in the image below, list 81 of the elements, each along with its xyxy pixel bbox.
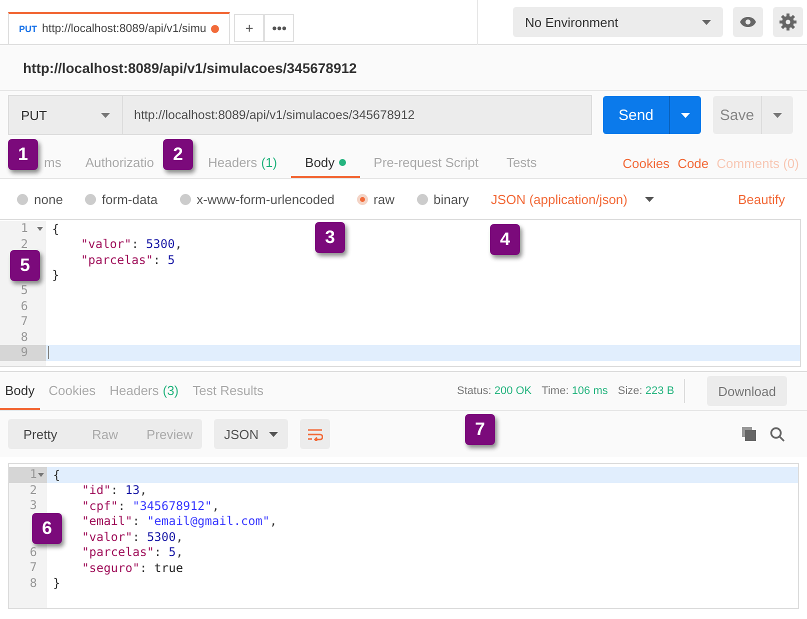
line-number: 6 — [20, 298, 28, 312]
response-stat: Time: 106 ms — [542, 385, 608, 397]
line-number: 7 — [30, 560, 37, 574]
download-button[interactable]: Download — [707, 376, 787, 406]
code-text: "seguro": true — [80, 560, 184, 575]
callout-badge: 1 — [8, 139, 38, 170]
format-select[interactable]: JSON — [214, 419, 288, 449]
code-text: "parcelas": 5 — [80, 252, 175, 267]
more-button[interactable]: ••• — [264, 14, 294, 42]
code-text: "valor": 5300, — [80, 530, 184, 544]
code-text: "email": "email@gmail.com", — [80, 514, 277, 528]
code-text: { — [52, 468, 60, 482]
line-number: 8 — [30, 576, 37, 590]
code-text: "parcelas": 5, — [80, 545, 184, 560]
request-tab-item[interactable]: Headers (1) — [194, 149, 292, 178]
line-number: 6 — [30, 544, 37, 558]
copy-icon[interactable] — [742, 426, 756, 440]
environment-select[interactable]: No Environment — [513, 7, 723, 37]
code-text: { — [51, 222, 60, 236]
request-tab-item[interactable]: Body — [291, 149, 360, 178]
view-mode-button[interactable]: Pretty — [8, 419, 73, 449]
settings-button[interactable] — [773, 7, 803, 37]
method-label: PUT — [19, 24, 37, 34]
line-number: 7 — [20, 314, 28, 328]
eye-icon — [739, 16, 757, 28]
code-text: } — [51, 268, 60, 282]
request-tab[interactable]: PUT http://localhost:8089/api/v1/simu — [8, 12, 230, 44]
line-number: 8 — [20, 330, 28, 344]
search-icon[interactable] — [770, 426, 785, 442]
line-number: 1 — [20, 221, 28, 235]
line-number: 9 — [20, 345, 28, 359]
callout-badge: 4 — [490, 224, 520, 255]
callout-badge: 6 — [32, 513, 62, 544]
line-number: 1 — [30, 467, 37, 481]
new-tab-button[interactable]: + — [234, 14, 264, 42]
fold-icon[interactable] — [37, 227, 43, 231]
line-number: 2 — [30, 482, 37, 496]
callout-badge: 5 — [10, 250, 40, 281]
line-number: 3 — [30, 498, 37, 512]
wrap-lines-icon — [307, 428, 323, 440]
settings-icon — [779, 13, 797, 31]
caret-icon — [681, 112, 690, 118]
panel-link[interactable]: Code — [678, 156, 709, 171]
line-number: 2 — [20, 236, 28, 250]
url-field[interactable]: http://localhost:8089/api/v1/simulacoes/345678912 — [123, 95, 592, 135]
response-tab[interactable]: Test Results — [188, 372, 268, 410]
wrap-button[interactable] — [300, 419, 330, 449]
caret-icon — [645, 196, 654, 202]
content-type-select[interactable]: JSON (application/json) — [490, 192, 654, 206]
caret-icon — [773, 112, 782, 118]
callout-badge: 3 — [315, 222, 345, 253]
caret-icon — [702, 20, 711, 24]
body-type-radio[interactable]: x-www-form-urlencoded — [180, 192, 335, 206]
body-type-radio[interactable]: raw — [356, 192, 394, 206]
request-tab-item[interactable]: ms — [44, 149, 62, 178]
code-text: "valor": 5300, — [80, 237, 182, 252]
code-text: } — [52, 576, 60, 590]
request-tab-item[interactable]: Pre-request Script — [360, 149, 492, 178]
callout-badge: 2 — [163, 139, 193, 170]
response-stat: Size: 223 B — [618, 385, 674, 397]
request-tab-item[interactable]: Tests — [492, 149, 551, 178]
method-select[interactable]: PUT — [8, 95, 123, 135]
code-text: "id": 13, — [80, 483, 147, 498]
request-tab-item[interactable]: Authorizatio — [85, 149, 154, 178]
body-type-radio[interactable]: form-data — [84, 192, 158, 206]
eye-button[interactable] — [733, 7, 763, 37]
code-text: "cpf": "345678912", — [80, 498, 220, 513]
callout-badge: 7 — [465, 414, 495, 445]
response-stat: Status: 200 OK — [457, 385, 532, 397]
line-number: 5 — [20, 283, 28, 297]
response-tab[interactable]: Headers (3) — [104, 372, 184, 410]
panel-link[interactable]: Cookies — [622, 156, 670, 171]
body-type-radio[interactable]: binary — [416, 192, 469, 206]
body-type-radio[interactable]: none — [17, 192, 63, 206]
text-cursor — [48, 346, 49, 360]
tab-title: http://localhost:8089/api/v1/simu — [42, 23, 206, 35]
response-tab[interactable]: Cookies — [44, 372, 101, 410]
caret-icon — [101, 112, 110, 118]
request-title: http://localhost:8089/api/v1/simulacoes/345678912 — [23, 60, 357, 76]
beautify-link[interactable]: Beautify — [738, 192, 785, 206]
caret-icon — [269, 432, 278, 436]
